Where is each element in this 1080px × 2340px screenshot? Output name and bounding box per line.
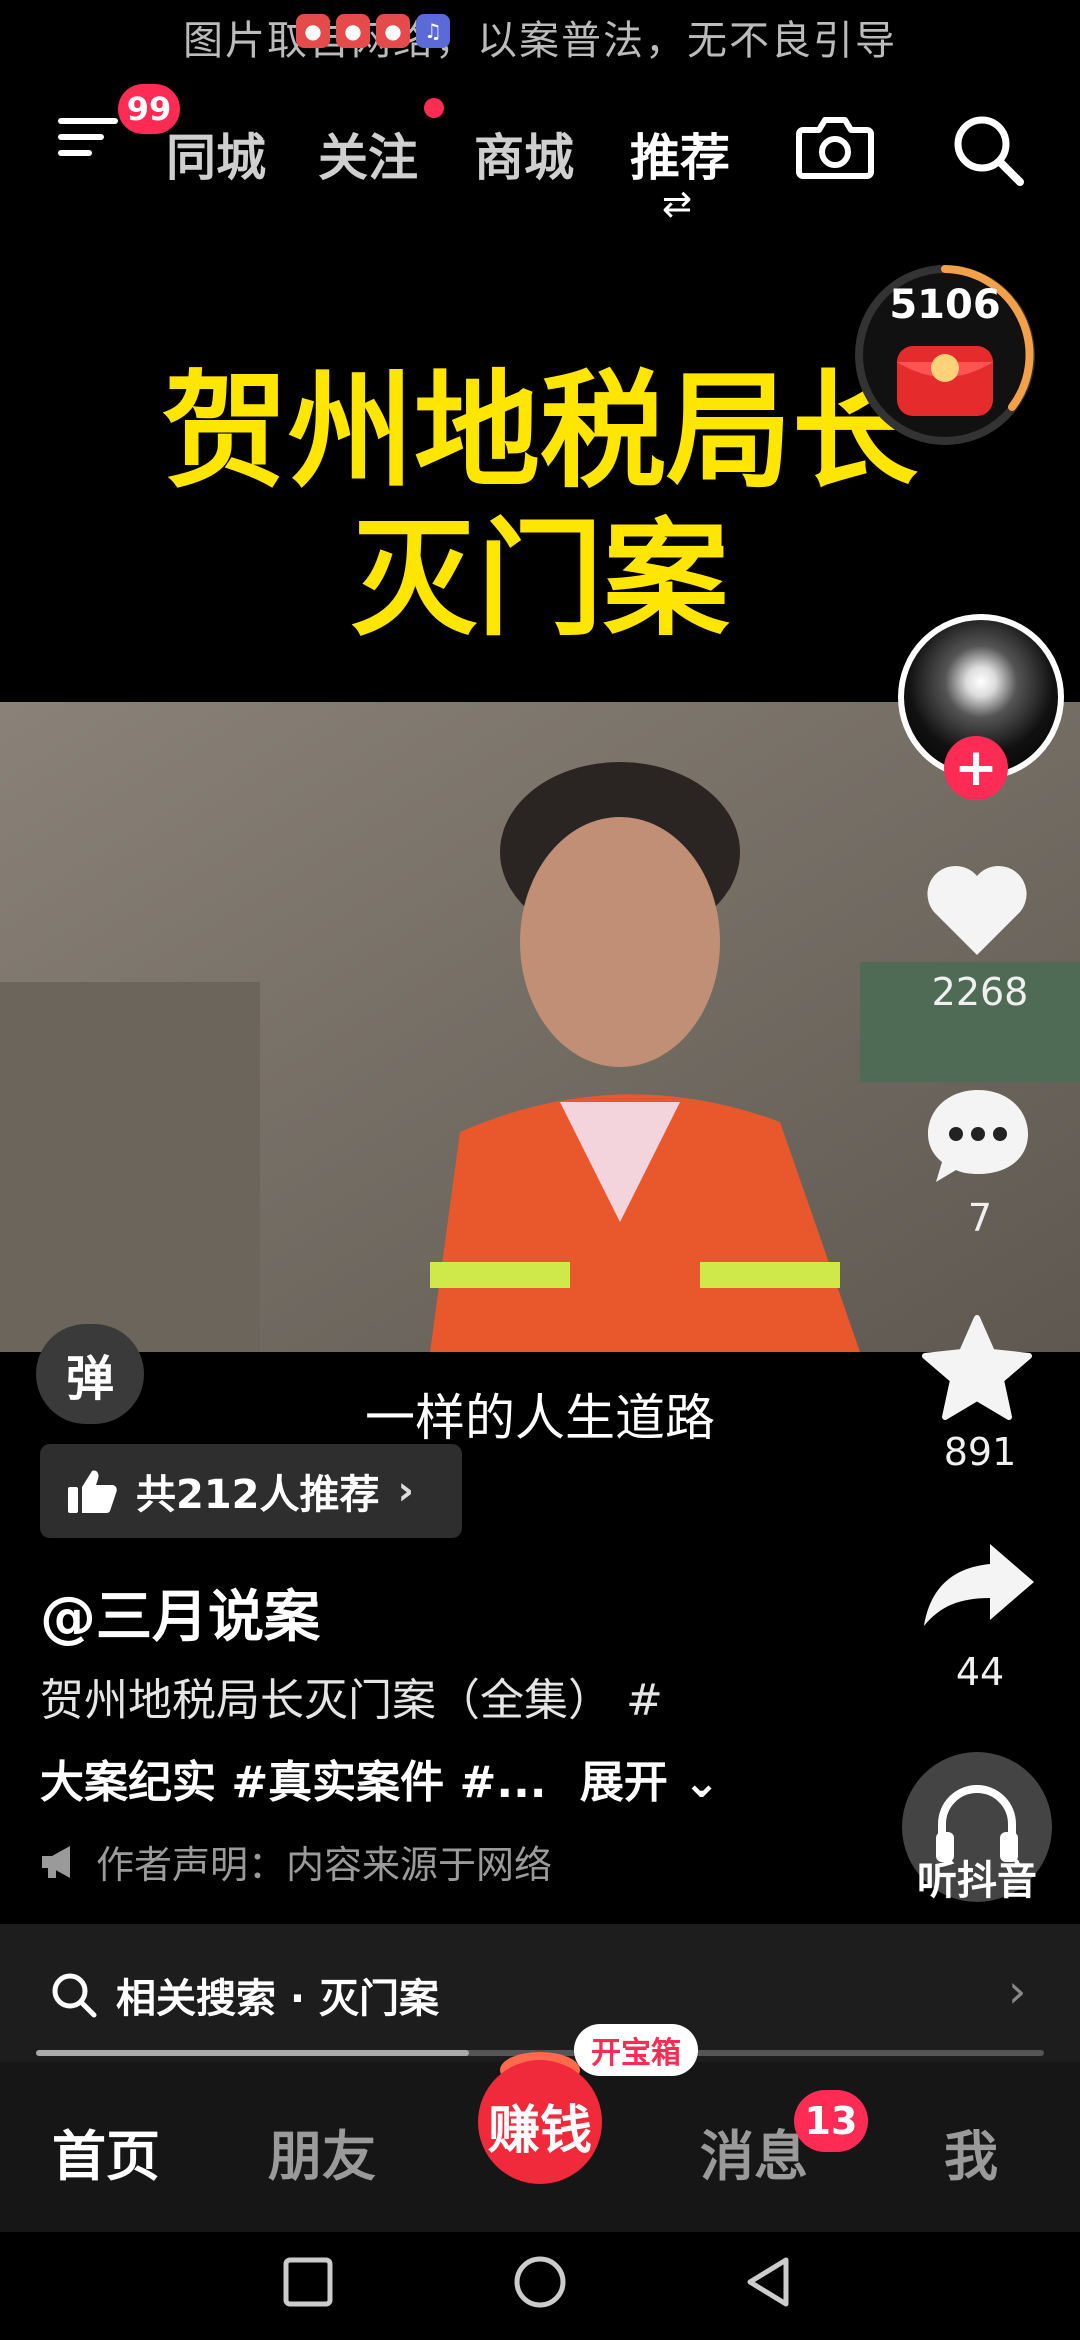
author-name[interactable]: @三月说案 — [40, 1572, 320, 1653]
comment-icon[interactable] — [922, 1084, 1034, 1188]
like-count: 2268 — [931, 970, 1029, 1014]
app-notification-icon: ● — [296, 14, 330, 48]
app-notification-icon: ● — [376, 14, 410, 48]
app-notification-icon: ● — [336, 14, 370, 48]
description-hashtags[interactable]: 大案纪实 #真实案件 #... — [40, 1757, 547, 1808]
menu-icon[interactable] — [58, 118, 118, 166]
chevron-right-icon[interactable]: › — [1008, 1964, 1026, 2018]
back-icon[interactable] — [742, 2254, 794, 2310]
video-progress-fill — [36, 2050, 470, 2056]
favorite-icon[interactable] — [920, 1314, 1034, 1424]
description-line1: 贺州地税局长灭门案（全集） # — [40, 1675, 663, 1726]
watermark-text: 图片取自网络，以案普法，无不良引导 — [183, 18, 897, 64]
thumbs-up-icon — [68, 1470, 117, 1513]
treasure-box-tag[interactable]: 开宝箱 — [574, 2024, 698, 2076]
tab-mall[interactable]: 商城 — [474, 118, 574, 190]
nav-me[interactable]: 我 — [944, 2112, 998, 2191]
chevron-right-icon: › — [397, 1468, 414, 1514]
related-search[interactable]: 相关搜索 · 灭门案 — [50, 1966, 439, 2024]
description-line2: 大案纪实 #真实案件 #... 展开 ⌄ — [40, 1746, 720, 1810]
nav-friends[interactable]: 朋友 — [268, 2112, 376, 2191]
search-icon — [52, 1973, 97, 2018]
nav-messages[interactable]: 消息 — [700, 2112, 808, 2191]
swap-icon[interactable]: ⇄ — [662, 184, 692, 225]
tab-local[interactable]: 同城 — [166, 118, 266, 190]
declaration-text: 作者声明：内容来源于网络 — [96, 1843, 553, 1887]
listen-label: 听抖音 — [917, 1858, 1037, 1904]
camera-icon[interactable] — [795, 112, 875, 182]
status-bar-icons: ● ● ● ♫ — [296, 14, 450, 48]
share-icon[interactable] — [920, 1540, 1038, 1630]
coin-count: 5106 — [889, 282, 1001, 328]
nav-home[interactable]: 首页 — [52, 2112, 160, 2191]
messages-badge: 13 — [794, 2090, 868, 2152]
music-icon: ♫ — [416, 14, 450, 48]
favorite-count: 891 — [943, 1430, 1017, 1474]
recent-apps-icon[interactable] — [282, 2256, 334, 2308]
expand-label: 展开 — [579, 1757, 668, 1808]
chevron-down-icon: ⌄ — [667, 1757, 721, 1808]
search-icon[interactable] — [950, 112, 1026, 188]
recommend-count-label: 共212人推荐 — [136, 1472, 380, 1518]
author-declaration: 作者声明：内容来源于网络 — [40, 1834, 552, 1889]
share-count: 44 — [955, 1650, 1005, 1694]
video-frame[interactable] — [0, 702, 1080, 1352]
expand-button[interactable]: 展开 ⌄ — [580, 1757, 720, 1808]
video-title-line2: 灭门案 — [351, 505, 729, 653]
follow-button[interactable]: + — [944, 736, 1008, 800]
megaphone-icon — [42, 1845, 70, 1878]
home-icon[interactable] — [512, 2254, 568, 2310]
following-dot — [424, 98, 444, 118]
related-search-label: 相关搜索 · 灭门案 — [116, 1976, 440, 2022]
recommend-chip[interactable]: 共212人推荐 › — [40, 1444, 462, 1538]
like-icon[interactable] — [922, 860, 1032, 960]
tab-recommend[interactable]: 推荐 — [630, 118, 730, 190]
earn-label: 赚钱 — [487, 2101, 592, 2161]
danmu-toggle-button[interactable]: 弹 — [36, 1324, 144, 1424]
comment-count: 7 — [967, 1196, 993, 1240]
tab-following[interactable]: 关注 — [318, 118, 418, 190]
